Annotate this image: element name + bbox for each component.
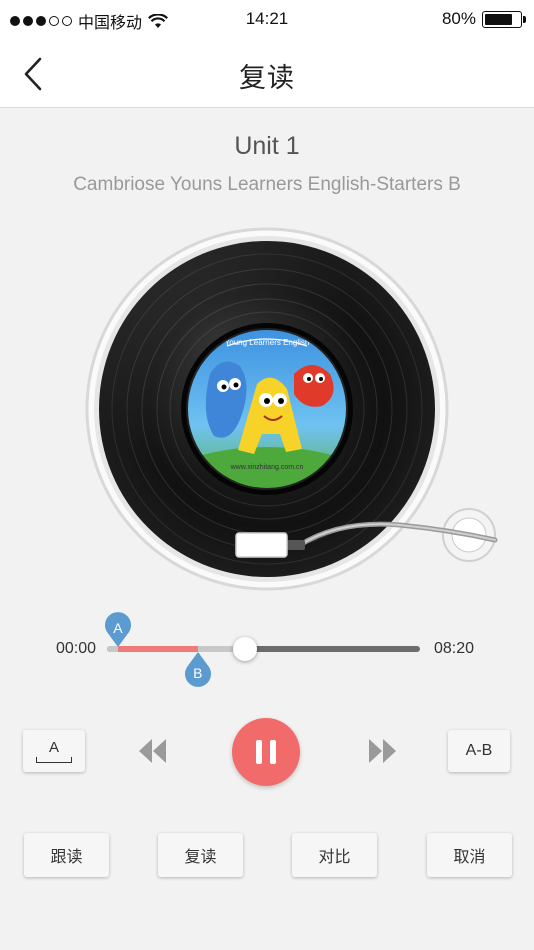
follow-read-label: 跟读 (50, 849, 83, 866)
battery-fill (485, 13, 513, 25)
marker-b-icon[interactable]: B (184, 651, 212, 687)
fast-forward-icon (369, 739, 396, 763)
book-title: Cambriose Youns Learners English-Starter… (73, 174, 461, 195)
current-time: 00:00 (56, 640, 97, 657)
ab-repeat-button[interactable]: A-B (448, 730, 510, 772)
repeat-read-button[interactable]: 复读 (158, 833, 243, 877)
status-bar: 中国移动 14:21 80% (0, 0, 534, 40)
cancel-button[interactable]: 取消 (427, 833, 512, 877)
nav-bar: 复读 (0, 40, 534, 108)
marker-b-label: B (193, 665, 203, 681)
battery-percent: 80% (441, 9, 476, 28)
page-title: 复读 (239, 63, 295, 93)
pause-button[interactable] (232, 718, 300, 786)
battery-icon (482, 10, 526, 28)
total-time: 08:20 (434, 640, 475, 657)
rewind-icon (139, 739, 166, 763)
set-point-a-button[interactable]: A (23, 730, 85, 772)
marker-a-label: A (113, 620, 123, 636)
ab-repeat-label: A-B (465, 742, 493, 759)
pause-icon (256, 740, 262, 764)
progress-slider[interactable] (107, 646, 420, 652)
set-point-a-label: A (48, 739, 59, 756)
marker-a-icon[interactable]: A (104, 612, 132, 648)
unit-title: Unit 1 (234, 132, 300, 160)
cover-banner: Young Learners English (225, 338, 310, 347)
repeat-read-label: 复读 (184, 849, 217, 866)
cancel-label: 取消 (453, 849, 486, 866)
follow-read-button[interactable]: 跟读 (24, 833, 109, 877)
point-a-icon: A (36, 739, 72, 763)
rewind-button[interactable] (137, 736, 169, 766)
record-player: Young Learners English www.xinzhitang.co… (85, 227, 449, 591)
fast-forward-button[interactable] (366, 736, 398, 766)
progress-thumb[interactable] (232, 637, 257, 661)
compare-button[interactable]: 对比 (292, 833, 377, 877)
compare-label: 对比 (318, 849, 351, 866)
battery-status: 80% (441, 9, 526, 29)
cover-caption: www.xinzhitang.com.cn (230, 464, 304, 471)
